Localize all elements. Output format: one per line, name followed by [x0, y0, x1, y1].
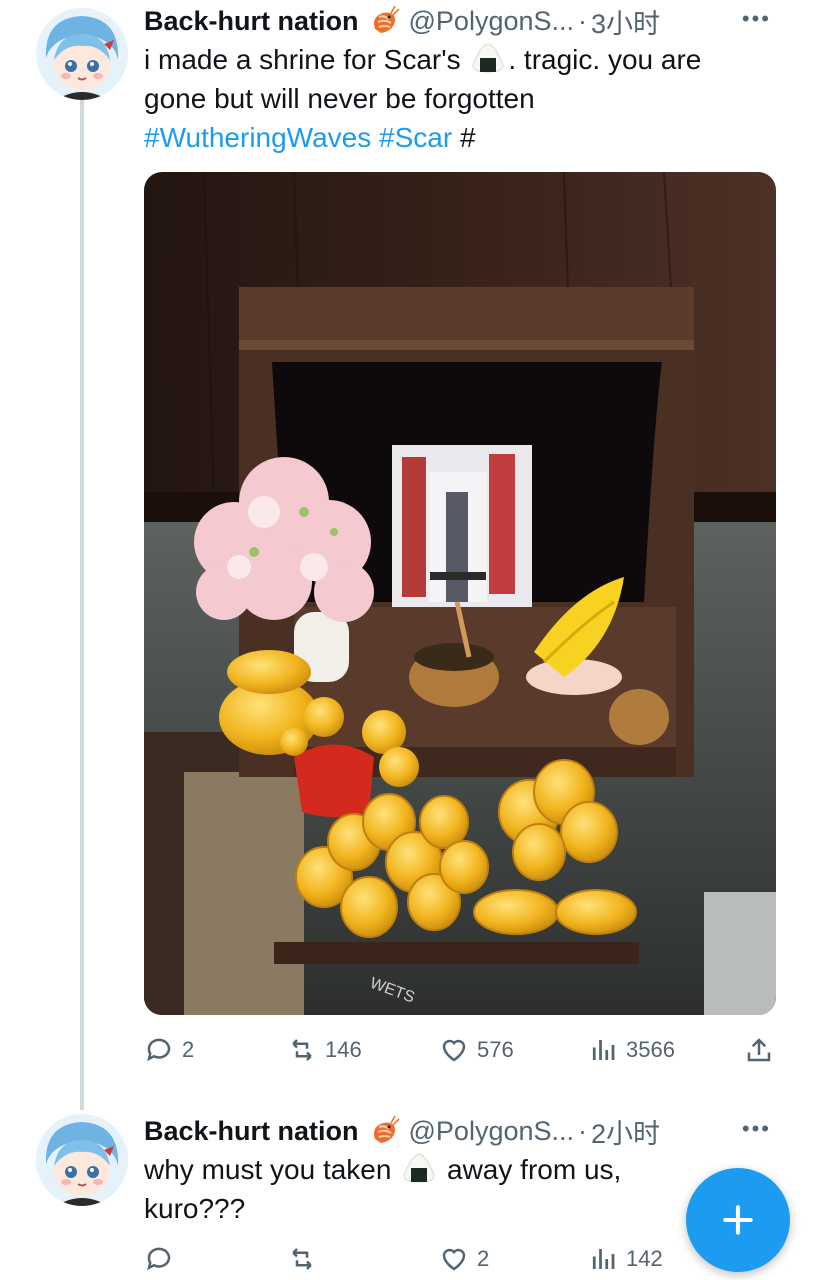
hashtag-link[interactable]: #Scar: [379, 122, 452, 153]
like-count: 576: [477, 1037, 514, 1062]
views-count: 142: [626, 1246, 663, 1271]
reply-icon: [147, 1247, 171, 1271]
hashtag-link[interactable]: #WutheringWaves: [144, 122, 371, 153]
user-handle[interactable]: @PolygonS...: [409, 6, 575, 37]
hashtag-fragment: #: [459, 122, 476, 153]
tweet-header: Back-hurt nation @PolygonS... · 3小时: [144, 2, 660, 41]
display-name[interactable]: Back-hurt nation: [144, 6, 359, 37]
tweet-text-line1-end: away from us,: [447, 1154, 622, 1185]
tweet-header: Back-hurt nation @PolygonS... · 2小时: [144, 1112, 660, 1151]
more-icon[interactable]: •••: [742, 1116, 771, 1142]
tweet-actions: 2 146 576 3566: [144, 1034, 776, 1066]
shrimp-emoji-icon: [367, 5, 401, 39]
reply-button[interactable]: 2: [144, 1035, 194, 1065]
share-button[interactable]: [744, 1035, 774, 1065]
tweet-text-line1: i made a shrine for Scar's: [144, 44, 461, 75]
tweet-photo[interactable]: WETS: [144, 172, 776, 1015]
retweet-button[interactable]: 146: [287, 1035, 362, 1065]
compose-button[interactable]: [686, 1168, 790, 1272]
tweet-text-line1-end: . tragic. you are: [508, 44, 702, 75]
views-button[interactable]: 142: [588, 1244, 663, 1274]
more-icon[interactable]: •••: [742, 6, 771, 32]
like-button[interactable]: 576: [439, 1035, 514, 1065]
views-icon: [592, 1040, 615, 1060]
reply-count: 2: [182, 1037, 195, 1062]
reply-button[interactable]: [144, 1244, 174, 1274]
display-name[interactable]: Back-hurt nation: [144, 1116, 359, 1147]
shrine-photo-illustration: WETS: [144, 172, 776, 1015]
tweet-text-line2: kuro???: [144, 1193, 246, 1224]
tweet-text: i made a shrine for Scar's . tragic. you…: [144, 40, 701, 157]
timestamp[interactable]: 3小时: [591, 2, 660, 41]
reply-icon: [147, 1038, 171, 1062]
avatar[interactable]: [36, 8, 128, 100]
onigiri-emoji-icon: [470, 43, 506, 73]
timestamp[interactable]: 2小时: [591, 1112, 660, 1151]
tweet-actions: 2 142: [144, 1243, 776, 1275]
tweet-text: why must you taken away from us, kuro???: [144, 1150, 621, 1228]
like-icon: [442, 1248, 466, 1271]
retweet-icon: [292, 1248, 312, 1270]
retweet-icon: [292, 1039, 312, 1061]
tweet-text-line2: gone but will never be forgotten: [144, 83, 535, 114]
separator-dot: ·: [578, 1116, 588, 1146]
share-icon: [747, 1038, 771, 1062]
compose-icon: [723, 1205, 753, 1235]
thread-connector-line: [80, 100, 84, 1110]
retweet-count: 146: [325, 1037, 362, 1062]
views-count: 3566: [626, 1037, 675, 1062]
onigiri-emoji-icon: [401, 1153, 437, 1183]
like-icon: [442, 1039, 466, 1062]
views-button[interactable]: 3566: [588, 1035, 675, 1065]
like-count: 2: [477, 1246, 490, 1271]
tweet-text-line1: why must you taken: [144, 1154, 392, 1185]
separator-dot: ·: [578, 6, 588, 36]
like-button[interactable]: 2: [439, 1244, 489, 1274]
views-icon: [592, 1249, 615, 1269]
retweet-button[interactable]: [287, 1244, 317, 1274]
avatar[interactable]: [36, 1114, 128, 1206]
user-handle[interactable]: @PolygonS...: [409, 1116, 575, 1147]
shrimp-emoji-icon: [367, 1115, 401, 1149]
